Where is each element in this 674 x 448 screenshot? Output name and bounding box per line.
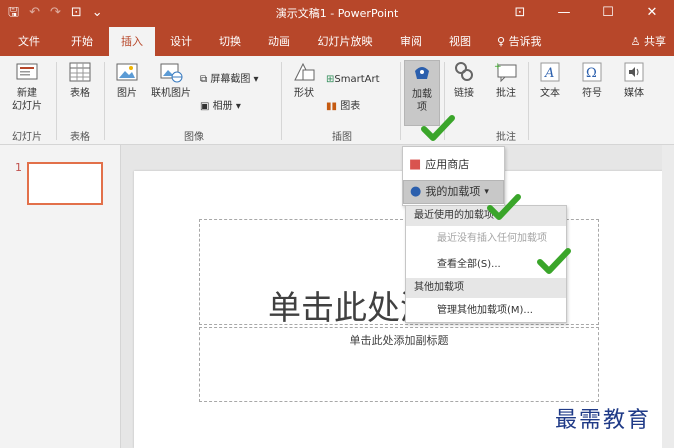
tab-home[interactable]: 开始	[58, 27, 106, 56]
tab-review[interactable]: 审阅	[389, 27, 433, 56]
new-slide-icon	[16, 63, 38, 80]
symbols-button[interactable]: Ω 符号	[575, 60, 609, 100]
online-pictures-label: 联机图片	[151, 88, 191, 99]
subtitle-placeholder-text: 单击此处添加副标题	[349, 334, 449, 347]
check-mark-icon	[487, 194, 521, 220]
group-separator	[528, 62, 529, 140]
link-label: 链接	[454, 88, 474, 99]
smartart-button[interactable]: ⊞SmartArt	[326, 73, 380, 87]
my-addins-label: 我的加载项	[425, 185, 481, 198]
pictures-label: 图片	[117, 88, 137, 99]
svg-text:Ω: Ω	[586, 66, 597, 81]
close-button[interactable]: ✕	[630, 0, 674, 27]
tab-animations[interactable]: 动画	[257, 27, 301, 56]
maximize-button[interactable]: ☐	[586, 0, 630, 27]
text-button[interactable]: A 文本	[533, 60, 567, 100]
other-addins-header: 其他加载项	[406, 278, 566, 298]
manage-other-addins-item[interactable]: 管理其他加载项(M)...	[406, 300, 566, 322]
ribbon: 新建 幻灯片 幻灯片 表格 表格 图片 联机图片 ⧉ 屏幕截图 ▾ ▣ 相册 ▾…	[0, 56, 674, 145]
chart-label: 图表	[340, 101, 361, 112]
comment-label: 批注	[496, 88, 516, 99]
lightbulb-icon: ♀	[497, 35, 509, 48]
online-pictures-button[interactable]: 联机图片	[148, 60, 194, 100]
slide-thumbnail[interactable]	[27, 162, 103, 205]
omega-icon: Ω	[582, 62, 602, 82]
tab-design[interactable]: 设计	[159, 27, 203, 56]
new-slide-label: 新建 幻灯片	[12, 88, 42, 112]
tab-slideshow[interactable]: 幻灯片放映	[306, 27, 384, 56]
symbols-label: 符号	[582, 88, 602, 99]
check-mark-icon	[421, 115, 455, 141]
shapes-icon	[294, 62, 315, 81]
media-label: 媒体	[624, 88, 644, 99]
text-icon: A	[540, 62, 560, 82]
store-label: 应用商店	[425, 158, 470, 171]
person-icon: ♙	[630, 35, 644, 48]
ribbon-display-options-icon[interactable]: ⊡	[498, 0, 542, 27]
online-picture-icon	[160, 63, 183, 83]
table-label: 表格	[70, 88, 90, 99]
shapes-button[interactable]: 形状	[287, 60, 321, 100]
slides-group-label: 幻灯片	[12, 132, 42, 143]
title-bar: 🖫 ↶ ↷ ⊡ ⌄ 演示文稿1 - PowerPoint ⊡ — ☐ ✕	[0, 0, 674, 27]
screenshot-label: 屏幕截图	[210, 74, 251, 85]
share-button[interactable]: ♙ 共享	[631, 27, 666, 56]
link-icon	[455, 62, 473, 81]
shapes-label: 形状	[294, 88, 314, 99]
slide-thumbnails-pane: 1	[0, 145, 121, 448]
share-label: 共享	[644, 35, 666, 48]
table-button[interactable]: 表格	[62, 60, 98, 100]
illustrations-group-label: 插图	[332, 132, 352, 143]
pictures-button[interactable]: 图片	[110, 60, 144, 100]
group-separator	[104, 62, 105, 140]
group-separator	[281, 62, 282, 140]
tab-transitions[interactable]: 切换	[208, 27, 252, 56]
store-icon: ■	[409, 157, 422, 172]
comment-button[interactable]: + 批注	[488, 60, 524, 100]
tables-group-label: 表格	[70, 132, 90, 143]
tab-insert[interactable]: 插入	[109, 27, 155, 56]
svg-text:+: +	[494, 62, 502, 72]
watermark: 最需教育	[555, 408, 652, 433]
picture-icon	[116, 63, 138, 81]
screenshot-button[interactable]: ⧉ 屏幕截图 ▾	[200, 73, 259, 87]
chart-icon: ▮▮	[326, 101, 338, 112]
chevron-down-icon: ▾	[250, 74, 259, 85]
store-menu-item[interactable]: ■ 应用商店	[403, 153, 504, 177]
chart-button[interactable]: ▮▮ 图表	[326, 100, 360, 114]
media-button[interactable]: 媒体	[617, 60, 651, 100]
minimize-button[interactable]: —	[542, 0, 586, 27]
new-slide-button[interactable]: 新建 幻灯片	[4, 60, 50, 113]
vertical-scrollbar[interactable]	[662, 145, 674, 448]
svg-text:A: A	[544, 66, 554, 81]
tell-me-box[interactable]: ♀ 告诉我	[497, 27, 542, 56]
tab-file[interactable]: 文件	[4, 27, 54, 56]
store-bag-icon	[415, 67, 429, 79]
comment-icon: +	[494, 62, 517, 83]
slide-number: 1	[15, 161, 22, 174]
ribbon-tabs: 文件 开始 插入 设计 切换 动画 幻灯片放映 审阅 视图 ♀ 告诉我 ♙ 共享	[0, 27, 674, 56]
group-separator	[56, 62, 57, 140]
text-label: 文本	[540, 88, 560, 99]
group-separator	[400, 62, 401, 140]
speaker-icon	[624, 62, 644, 82]
table-icon	[69, 62, 91, 82]
addins-label: 加载 项	[412, 89, 432, 113]
tab-view[interactable]: 视图	[438, 27, 482, 56]
images-group-label: 图像	[184, 132, 204, 143]
comments-group-label: 批注	[496, 132, 516, 143]
smartart-label: SmartArt	[334, 74, 380, 85]
window-controls: ⊡ — ☐ ✕	[498, 0, 674, 27]
tell-me-label: 告诉我	[508, 35, 542, 48]
photo-album-button[interactable]: ▣ 相册 ▾	[200, 100, 241, 114]
check-mark-icon	[537, 248, 571, 274]
album-label: 相册	[212, 101, 233, 112]
screenshot-icon: ⧉	[200, 74, 211, 85]
link-button[interactable]: 链接	[448, 60, 480, 100]
album-icon: ▣	[200, 101, 213, 112]
chevron-down-icon: ▾	[232, 101, 241, 112]
my-addins-icon: ●	[410, 184, 422, 199]
